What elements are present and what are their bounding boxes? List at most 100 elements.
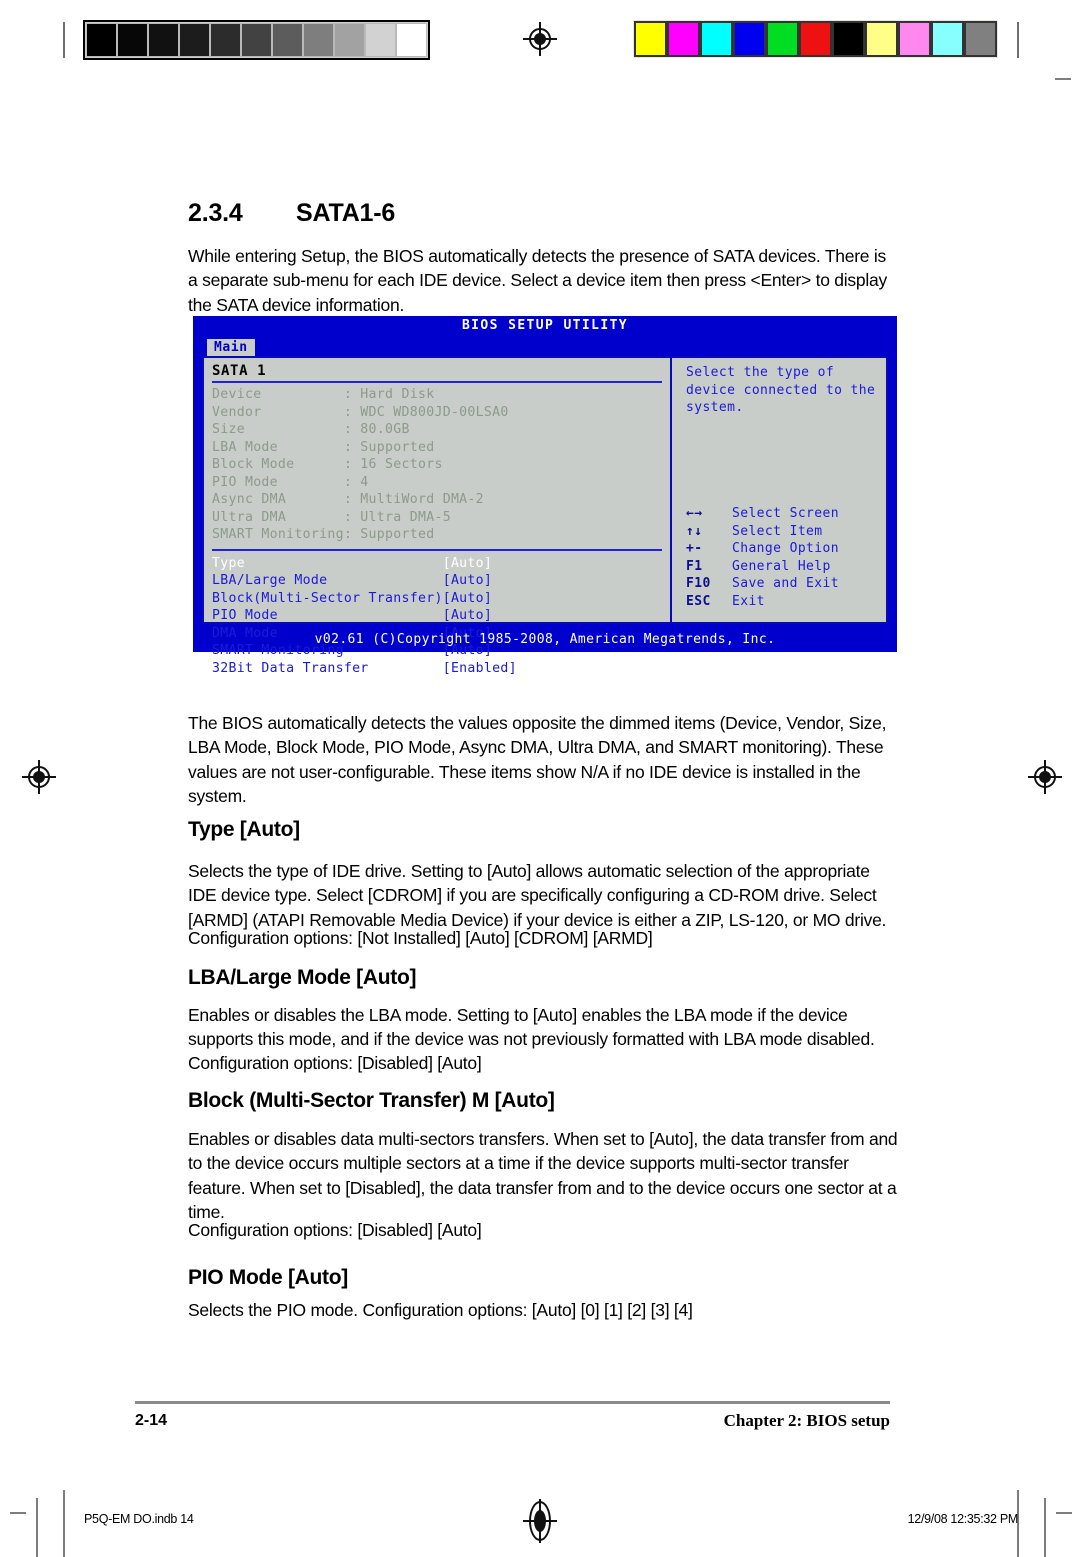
trim-tick-left: [63, 22, 65, 58]
section-number: 2.3.4: [188, 198, 243, 227]
bios-option-row[interactable]: PIO Mode [Auto]: [212, 607, 670, 625]
color-patch-8: [898, 21, 931, 57]
heading-type: Type [Auto]: [188, 818, 300, 841]
bios-help-pane: Select the type of device connected to t…: [672, 358, 886, 622]
bios-key-legend: ←→ Select Screen ↑↓ Select Item +- Change Opt…: [686, 505, 839, 610]
block-paragraph-1: Enables or disables data multi-sectors t…: [188, 1128, 898, 1223]
bios-smart-line: SMART Monitoring: Supported: [212, 527, 435, 542]
bios-key-description: Select Item: [732, 523, 823, 539]
bios-key-glyph: ↑↓: [686, 523, 703, 539]
gray-patch-6: [272, 23, 303, 57]
bios-tab-main[interactable]: Main: [207, 339, 255, 356]
color-patch-7: [865, 21, 898, 57]
trim-edge-left: [36, 1498, 38, 1557]
section-intro-text: While entering Setup, the BIOS automatic…: [188, 245, 888, 315]
gray-patch-4: [210, 23, 241, 57]
bios-key-row: F1 General Help: [686, 558, 839, 576]
color-patch-3: [733, 21, 766, 57]
bios-setup-screenshot: BIOS SETUP UTILITY Main SATA 1 Device : …: [193, 316, 897, 676]
bios-option-row[interactable]: Type [Auto]: [212, 555, 670, 573]
bios-info-row: LBA Mode : Supported: [212, 439, 435, 455]
type-config-options: Configuration options: [Not Installed] […: [188, 927, 653, 948]
bios-device-info-list: Device : Hard Disk Vendor : WDC WD800JD-0…: [212, 386, 670, 526]
color-patch-9: [931, 21, 964, 57]
bios-key-description: General Help: [732, 558, 831, 574]
heading-block-multi-sector: Block (Multi-Sector Transfer) M [Auto]: [188, 1089, 555, 1112]
footer-page-number: 2-14: [135, 1412, 168, 1429]
bios-option-row[interactable]: 32Bit Data Transfer [Enabled]: [212, 660, 670, 678]
bios-copyright-bar: v02.61 (C)Copyright 1985-2008, American …: [314, 632, 776, 647]
color-control-bar: [633, 20, 998, 58]
bios-info-row: Vendor : WDC WD800JD-00LSA0: [212, 404, 509, 420]
trim-dash-right: [1056, 1512, 1072, 1514]
color-patch-4: [766, 21, 799, 57]
block-config-options: Configuration options: [Disabled] [Auto]: [188, 1219, 482, 1240]
bios-body: SATA 1 Device : Hard Disk Vendor : WDC WD…: [202, 356, 888, 676]
trim-dash-right-middle: [1055, 78, 1071, 80]
gray-patch-1: [117, 23, 148, 57]
registration-oval-icon-bottom: [523, 1499, 557, 1543]
gray-patch-7: [303, 23, 334, 57]
color-patch-10: [964, 21, 997, 57]
gray-patch-8: [334, 23, 365, 57]
bios-key-row: ESC Exit: [686, 593, 839, 611]
footer-rule: [135, 1401, 890, 1404]
lba-paragraph-1: Enables or disables the LBA mode. Settin…: [188, 1004, 875, 1050]
bios-option-row[interactable]: LBA/Large Mode [Auto]: [212, 572, 670, 590]
lba-config-options: Configuration options: [Disabled] [Auto]: [188, 1052, 482, 1073]
bios-key-glyph: ←→: [686, 506, 703, 521]
bios-info-row: Ultra DMA : Ultra DMA-5: [212, 509, 451, 525]
slug-filename: P5Q-EM DO.indb 14: [84, 1512, 194, 1526]
gray-patch-2: [148, 23, 179, 57]
trim-dash-left: [10, 1512, 26, 1514]
bios-key-glyph: F10: [686, 576, 711, 591]
color-patch-2: [700, 21, 733, 57]
trim-tick-right: [1017, 22, 1019, 58]
bios-key-row: F10 Save and Exit: [686, 575, 839, 593]
bios-option-row[interactable]: Block(Multi-Sector Transfer)[Auto]: [212, 590, 670, 608]
bios-key-glyph: ESC: [686, 593, 711, 609]
bios-info-row: PIO Mode : 4: [212, 474, 369, 490]
gray-patch-5: [241, 23, 272, 57]
bios-section-rule: [212, 548, 662, 551]
color-patch-1: [667, 21, 700, 57]
grayscale-step-wedge: [83, 20, 430, 60]
slug-timestamp: 12/9/08 12:35:32 PM: [907, 1512, 1019, 1526]
trim-edge-right: [1044, 1498, 1046, 1557]
bios-key-row: +- Change Option: [686, 540, 839, 558]
bios-info-row: Async DMA : MultiWord DMA-2: [212, 492, 484, 507]
bios-key-row: ←→ Select Screen: [686, 505, 839, 523]
section-title: SATA1-6: [296, 198, 396, 227]
footer-chapter-label: Chapter 2: BIOS setup: [723, 1411, 890, 1430]
gray-patch-0: [86, 23, 117, 57]
bios-key-glyph: F1: [686, 558, 703, 574]
registration-target-icon-left: [22, 760, 56, 794]
pio-paragraph-1: Selects the PIO mode. Configuration opti…: [188, 1299, 693, 1320]
heading-lba-large-mode: LBA/Large Mode [Auto]: [188, 966, 417, 989]
crop-mark-bottom-left: [63, 1490, 65, 1557]
bios-key-row: ↑↓ Select Item: [686, 523, 839, 541]
gray-patch-9: [365, 23, 396, 57]
bios-key-description: Change Option: [732, 541, 839, 556]
bios-key-glyph: +-: [686, 541, 703, 556]
bios-help-text: Select the type of device connected to t…: [686, 365, 876, 415]
detect-note-text: The BIOS automatically detects the value…: [188, 712, 887, 807]
registration-target-icon-top: [523, 22, 557, 56]
bios-key-description: Exit: [732, 593, 765, 609]
bios-info-row: Size : 80.0GB: [212, 422, 410, 437]
bios-option-list: Type [Auto] LBA/Large Mode [Auto] Block(Mu…: [212, 555, 670, 678]
gray-patch-3: [179, 23, 210, 57]
heading-pio-mode: PIO Mode [Auto]: [188, 1266, 348, 1289]
bios-title-bar: BIOS SETUP UTILITY: [461, 318, 629, 333]
bios-key-description: Save and Exit: [732, 576, 839, 591]
bios-info-row: Block Mode : 16 Sectors: [212, 457, 443, 472]
registration-target-icon-right: [1028, 760, 1062, 794]
page-title: 2.3.4 SATA1-6: [188, 199, 395, 228]
bios-main-pane: SATA 1 Device : Hard Disk Vendor : WDC WD…: [204, 358, 672, 676]
bios-key-description: Select Screen: [732, 506, 839, 521]
gray-patch-10: [396, 23, 427, 57]
color-patch-6: [832, 21, 865, 57]
bios-panel-heading: SATA 1: [212, 363, 267, 379]
bios-info-row: Device : Hard Disk: [212, 387, 435, 402]
type-paragraph-1: Selects the type of IDE drive. Setting t…: [188, 860, 887, 930]
